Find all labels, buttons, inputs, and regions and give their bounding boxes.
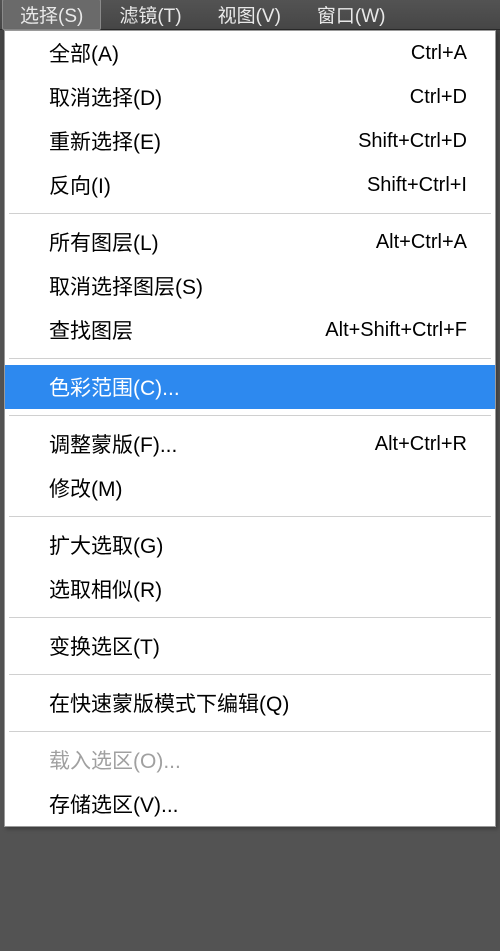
menu-item-shortcut: Alt+Ctrl+R bbox=[375, 433, 467, 456]
menu-item-shortcut: Shift+Ctrl+I bbox=[367, 174, 467, 197]
menu-item-label: 选取相似(R) bbox=[49, 574, 162, 604]
menu-item-shortcut: Alt+Ctrl+A bbox=[376, 231, 467, 254]
menu-separator bbox=[9, 674, 491, 675]
menu-item-similar[interactable]: 选取相似(R) bbox=[5, 567, 495, 611]
menu-item-label: 修改(M) bbox=[49, 473, 122, 503]
menu-select[interactable]: 选择(S) bbox=[2, 0, 101, 30]
menu-item-deselect[interactable]: 取消选择(D) Ctrl+D bbox=[5, 75, 495, 119]
menu-item-edit-quick-mask[interactable]: 在快速蒙版模式下编辑(Q) bbox=[5, 681, 495, 725]
menu-item-label: 全部(A) bbox=[49, 38, 119, 68]
menu-window[interactable]: 窗口(W) bbox=[299, 0, 404, 30]
menu-item-label: 色彩范围(C)... bbox=[49, 372, 180, 402]
menu-item-color-range[interactable]: 色彩范围(C)... bbox=[5, 365, 495, 409]
menu-item-label: 取消选择图层(S) bbox=[49, 271, 203, 301]
menu-item-shortcut: Shift+Ctrl+D bbox=[358, 130, 467, 153]
menu-item-inverse[interactable]: 反向(I) Shift+Ctrl+I bbox=[5, 163, 495, 207]
menu-separator bbox=[9, 617, 491, 618]
menu-item-load-selection[interactable]: 载入选区(O)... bbox=[5, 738, 495, 782]
menu-item-label: 查找图层 bbox=[49, 315, 133, 345]
menu-item-modify[interactable]: 修改(M) bbox=[5, 466, 495, 510]
menu-item-label: 扩大选取(G) bbox=[49, 530, 163, 560]
menu-item-find-layers[interactable]: 查找图层 Alt+Shift+Ctrl+F bbox=[5, 308, 495, 352]
menu-filter[interactable]: 滤镜(T) bbox=[101, 0, 199, 30]
menu-item-label: 反向(I) bbox=[49, 170, 111, 200]
menu-item-grow[interactable]: 扩大选取(G) bbox=[5, 523, 495, 567]
menu-item-deselect-layers[interactable]: 取消选择图层(S) bbox=[5, 264, 495, 308]
menu-item-shortcut: Ctrl+A bbox=[411, 42, 467, 65]
menu-item-label: 变换选区(T) bbox=[49, 631, 160, 661]
menu-item-label: 存储选区(V)... bbox=[49, 789, 179, 819]
menu-separator bbox=[9, 731, 491, 732]
menu-separator bbox=[9, 516, 491, 517]
menu-view[interactable]: 视图(V) bbox=[200, 0, 299, 30]
menu-item-all-layers[interactable]: 所有图层(L) Alt+Ctrl+A bbox=[5, 220, 495, 264]
menu-item-save-selection[interactable]: 存储选区(V)... bbox=[5, 782, 495, 826]
menu-item-label: 在快速蒙版模式下编辑(Q) bbox=[49, 688, 289, 718]
menu-item-transform-selection[interactable]: 变换选区(T) bbox=[5, 624, 495, 668]
menu-separator bbox=[9, 415, 491, 416]
menu-item-refine-mask[interactable]: 调整蒙版(F)... Alt+Ctrl+R bbox=[5, 422, 495, 466]
menu-item-label: 调整蒙版(F)... bbox=[49, 429, 177, 459]
menu-item-label: 载入选区(O)... bbox=[49, 745, 181, 775]
menu-item-label: 取消选择(D) bbox=[49, 82, 162, 112]
menu-item-label: 重新选择(E) bbox=[49, 126, 161, 156]
menu-separator bbox=[9, 213, 491, 214]
menu-separator bbox=[9, 358, 491, 359]
menu-item-shortcut: Ctrl+D bbox=[410, 86, 467, 109]
menu-item-shortcut: Alt+Shift+Ctrl+F bbox=[325, 319, 467, 342]
menu-item-label: 所有图层(L) bbox=[49, 227, 159, 257]
menu-item-select-all[interactable]: 全部(A) Ctrl+A bbox=[5, 31, 495, 75]
menubar: 选择(S) 滤镜(T) 视图(V) 窗口(W) bbox=[0, 0, 500, 30]
menu-item-reselect[interactable]: 重新选择(E) Shift+Ctrl+D bbox=[5, 119, 495, 163]
select-dropdown: 全部(A) Ctrl+A 取消选择(D) Ctrl+D 重新选择(E) Shif… bbox=[4, 30, 496, 827]
